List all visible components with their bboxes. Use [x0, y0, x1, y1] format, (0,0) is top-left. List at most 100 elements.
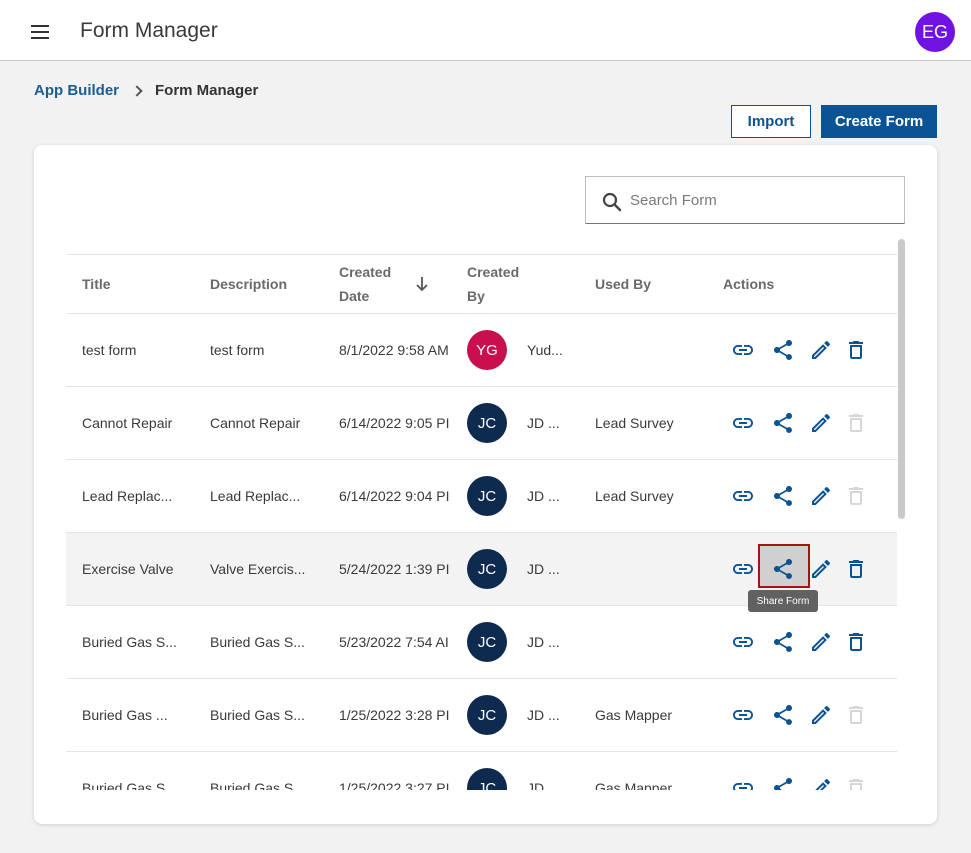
row-used-by: Lead Survey [595, 488, 674, 504]
creator-avatar: YG [467, 330, 507, 370]
row-title: Lead Replac... [82, 488, 173, 504]
row-used-by [595, 314, 715, 386]
creator-avatar: JC [467, 622, 507, 662]
pencil-icon[interactable] [809, 776, 833, 790]
import-button[interactable]: Import [731, 105, 811, 138]
link-icon[interactable] [731, 338, 755, 362]
pencil-icon[interactable] [809, 630, 833, 654]
table-row[interactable]: Buried Gas ... Buried Gas S... 1/25/2022… [66, 679, 897, 752]
pencil-icon[interactable] [809, 484, 833, 508]
breadcrumb-app-builder[interactable]: App Builder [34, 82, 119, 99]
column-created-by-line2: By [467, 288, 485, 304]
row-used-by: Lead Survey [595, 415, 674, 431]
breadcrumb-current: Form Manager [155, 82, 259, 99]
link-icon[interactable] [731, 557, 755, 581]
link-icon[interactable] [731, 411, 755, 435]
row-description: Cannot Repair [210, 415, 301, 431]
creator-avatar: JC [467, 476, 507, 516]
row-created-by: JD ... [527, 561, 560, 577]
row-created-by: Yud... [527, 342, 563, 358]
link-icon[interactable] [731, 776, 755, 790]
row-created-date: 5/24/2022 1:39 PI [339, 561, 450, 577]
pencil-icon[interactable] [809, 338, 833, 362]
user-avatar[interactable]: EG [915, 12, 955, 52]
link-icon[interactable] [731, 484, 755, 508]
share-icon[interactable] [771, 484, 795, 508]
column-used-by[interactable]: Used By [595, 272, 651, 296]
pencil-icon[interactable] [809, 557, 833, 581]
forms-card: Title Description Created Date Created B… [34, 145, 937, 824]
column-created-date-line2: Date [339, 288, 370, 304]
pencil-icon[interactable] [809, 411, 833, 435]
row-created-by: JD ... [527, 634, 560, 650]
trash-icon[interactable] [844, 703, 868, 727]
search-input[interactable] [630, 185, 890, 215]
row-description: test form [210, 342, 265, 358]
table-row[interactable]: Buried Gas S... Buried Gas S... 5/23/202… [66, 606, 897, 679]
column-created-by-line1: Created [467, 264, 520, 280]
row-created-date: 6/14/2022 9:04 PI [339, 488, 450, 504]
creator-avatar: JC [467, 768, 507, 790]
row-used-by: Gas Mapper [595, 707, 673, 723]
table-row[interactable]: Lead Replac... Lead Replac... 6/14/2022 … [66, 460, 897, 533]
column-title[interactable]: Title [82, 272, 111, 296]
forms-table: Title Description Created Date Created B… [66, 254, 897, 790]
table-row[interactable]: test form test form 8/1/2022 9:58 AM YG … [66, 314, 897, 387]
table-row[interactable]: Buried Gas S... Buried Gas S... 1/25/202… [66, 752, 897, 790]
search-icon [602, 192, 622, 212]
share-icon[interactable] [771, 557, 795, 581]
chevron-right-icon [131, 84, 143, 97]
trash-icon[interactable] [844, 557, 868, 581]
table-row[interactable]: Cannot Repair Cannot Repair 6/14/2022 9:… [66, 387, 897, 460]
menu-icon[interactable] [28, 20, 52, 44]
row-used-by: Gas Mapper [595, 780, 673, 790]
row-created-by: JD ... [527, 707, 560, 723]
trash-icon[interactable] [844, 776, 868, 790]
trash-icon[interactable] [844, 484, 868, 508]
column-created-date[interactable]: Created Date [339, 260, 391, 308]
row-title: Cannot Repair [82, 415, 173, 431]
row-description: Buried Gas S... [210, 707, 305, 723]
row-title: Buried Gas S... [82, 780, 177, 790]
share-icon[interactable] [771, 338, 795, 362]
creator-avatar: JC [467, 695, 507, 735]
create-form-button[interactable]: Create Form [821, 105, 937, 138]
pencil-icon[interactable] [809, 703, 833, 727]
row-created-date: 1/25/2022 3:28 PI [339, 707, 450, 723]
column-actions: Actions [723, 276, 775, 292]
search-box [585, 176, 905, 224]
column-description[interactable]: Description [210, 272, 287, 296]
row-created-by: JD ... [527, 488, 560, 504]
row-description: Lead Replac... [210, 488, 301, 504]
row-description: Buried Gas S... [210, 780, 305, 790]
link-icon[interactable] [731, 630, 755, 654]
row-created-date: 5/23/2022 7:54 AI [339, 634, 449, 650]
column-created-by[interactable]: Created By [467, 260, 519, 308]
trash-icon[interactable] [844, 630, 868, 654]
breadcrumb: App Builder Form Manager [34, 82, 258, 99]
share-icon[interactable] [771, 776, 795, 790]
column-created-date-line1: Created [339, 264, 392, 280]
trash-icon[interactable] [844, 338, 868, 362]
row-used-by [595, 606, 715, 678]
row-created-by: JD ... [527, 415, 560, 431]
share-icon[interactable] [771, 703, 795, 727]
row-description: Buried Gas S... [210, 634, 305, 650]
table-header: Title Description Created Date Created B… [66, 254, 897, 314]
row-created-date: 6/14/2022 9:05 PI [339, 415, 450, 431]
share-form-tooltip: Share Form [748, 590, 818, 612]
link-icon[interactable] [731, 703, 755, 727]
trash-icon[interactable] [844, 411, 868, 435]
creator-avatar: JC [467, 403, 507, 443]
share-icon[interactable] [771, 411, 795, 435]
row-created-date: 8/1/2022 9:58 AM [339, 342, 449, 358]
row-used-by [595, 533, 715, 605]
app-title: Form Manager [80, 19, 218, 42]
share-icon[interactable] [771, 630, 795, 654]
row-description: Valve Exercis... [210, 561, 306, 577]
scrollbar-thumb[interactable] [898, 239, 905, 519]
row-created-date: 1/25/2022 3:27 PI [339, 780, 450, 790]
creator-avatar: JC [467, 549, 507, 589]
row-title: test form [82, 342, 137, 358]
arrow-down-icon[interactable] [414, 275, 430, 293]
